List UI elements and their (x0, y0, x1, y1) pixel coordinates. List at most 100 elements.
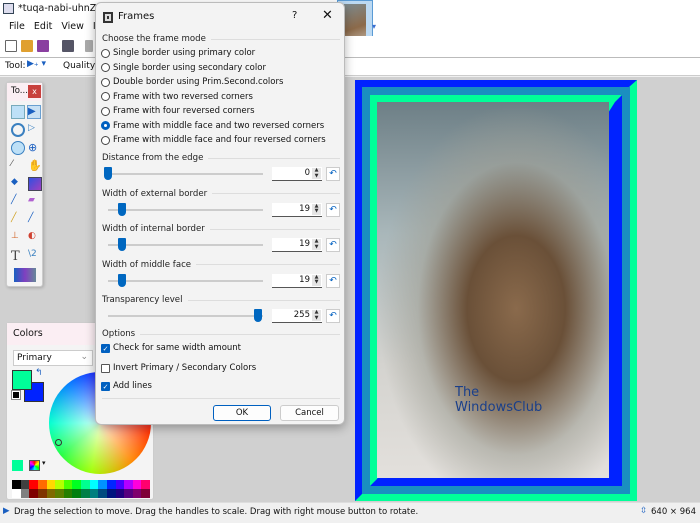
radio-button[interactable] (101, 135, 110, 145)
reset-icon[interactable]: ↶ (326, 273, 340, 288)
value-spinner[interactable]: 19 ▲ ▼ (272, 238, 322, 252)
frame-mode-option[interactable]: Frame with four reversed corners (101, 106, 255, 116)
palette-swatch[interactable] (124, 480, 133, 489)
palette-swatch[interactable] (37, 480, 47, 489)
frame-mode-option[interactable]: Single border using primary color (101, 48, 255, 58)
spinner-arrows-icon[interactable]: ▲ ▼ (312, 167, 321, 179)
radio-button[interactable] (101, 77, 110, 87)
close-button[interactable]: ✕ (322, 8, 333, 23)
palette-swatch[interactable] (55, 489, 64, 498)
primary-color-swatch[interactable] (12, 370, 32, 390)
value-spinner[interactable]: 19 ▲ ▼ (272, 273, 322, 288)
option-checkbox[interactable]: Invert Primary / Secondary Colors (101, 363, 256, 373)
slider-track[interactable] (108, 238, 263, 251)
palette-menu-icon[interactable] (29, 460, 40, 471)
palette-swatch[interactable] (46, 489, 56, 498)
checkbox[interactable]: ✓ (101, 343, 110, 353)
palette-swatch[interactable] (81, 480, 90, 489)
palette-swatch[interactable] (20, 489, 30, 498)
palette-swatch[interactable] (106, 480, 116, 489)
spinner-arrows-icon[interactable]: ▲ ▼ (312, 238, 321, 250)
palette-swatch[interactable] (98, 480, 107, 489)
radio-button[interactable] (101, 121, 110, 130)
slider-track[interactable] (108, 202, 263, 216)
palette-swatch[interactable] (63, 480, 73, 489)
color-mode-dropdown[interactable]: Primary ⌄ (13, 350, 93, 366)
palette-swatch[interactable] (115, 489, 125, 498)
slider-thumb[interactable] (254, 309, 262, 322)
frame-mode-option[interactable]: Frame with middle face and four reversed… (101, 135, 326, 145)
rectangle-select-icon[interactable] (11, 105, 25, 119)
palette-swatch[interactable] (72, 480, 81, 489)
move-selection-icon[interactable]: ▶ (27, 105, 41, 119)
reset-colors-icon[interactable] (11, 390, 21, 400)
frame-mode-option[interactable]: Single border using secondary color (101, 63, 266, 73)
swap-colors-icon[interactable]: ↰ (35, 368, 43, 378)
ellipse-select-icon[interactable] (11, 141, 25, 155)
palette-swatch[interactable] (98, 489, 107, 498)
cancel-button[interactable]: Cancel (280, 405, 339, 421)
palette-swatch[interactable] (132, 480, 142, 489)
save-icon[interactable] (37, 40, 49, 52)
ok-button[interactable]: OK (213, 405, 271, 421)
palette-swatch[interactable] (72, 489, 81, 498)
eraser-icon[interactable]: ▰ (28, 195, 42, 209)
frame-mode-option[interactable]: Frame with middle face and two reversed … (101, 121, 324, 131)
chevron-down-icon[interactable]: ▾ (42, 459, 46, 467)
add-color-icon[interactable] (12, 460, 23, 471)
frame-mode-option[interactable]: Double border using Prim.Second.colors (101, 77, 283, 87)
spinner-arrows-icon[interactable]: ▲ ▼ (312, 274, 321, 286)
checkbox[interactable]: ✓ (101, 381, 110, 391)
radio-button[interactable] (101, 92, 110, 101)
palette-swatch[interactable] (115, 480, 125, 489)
spinner-arrows-icon[interactable]: ▲ ▼ (312, 309, 321, 321)
select-tool-dropdown[interactable]: ▶₊ ▾ (27, 59, 46, 69)
magic-wand-icon[interactable]: ⁄ (11, 159, 25, 173)
paintbrush-icon[interactable]: ╱ (11, 195, 25, 209)
palette-swatch[interactable] (46, 480, 56, 489)
color-picker-icon[interactable]: ╱ (28, 213, 42, 227)
color-wheel-handle[interactable] (55, 439, 62, 446)
new-file-icon[interactable] (5, 40, 17, 52)
checkbox[interactable] (101, 363, 110, 373)
value-spinner[interactable]: 19 ▲ ▼ (272, 202, 322, 217)
frame-mode-option[interactable]: Frame with two reversed corners (101, 92, 253, 102)
spinner-arrows-icon[interactable]: ▲ ▼ (312, 203, 321, 215)
slider-track[interactable] (108, 309, 263, 322)
menu-file[interactable]: File (9, 21, 25, 36)
open-folder-icon[interactable] (21, 40, 33, 52)
palette-swatch[interactable] (106, 489, 116, 498)
radio-button[interactable] (101, 48, 110, 58)
shapes-icon[interactable] (14, 268, 36, 282)
palette-swatch[interactable] (37, 489, 47, 498)
option-checkbox[interactable]: ✓ Add lines (101, 381, 152, 391)
close-tools-button[interactable]: x (28, 85, 41, 98)
palette-swatch[interactable] (124, 489, 133, 498)
print-icon[interactable] (62, 40, 74, 52)
palette-swatch[interactable] (141, 480, 150, 489)
palette-swatch[interactable] (89, 480, 99, 489)
chevron-down-icon[interactable]: ▾ (372, 22, 376, 31)
value-spinner[interactable]: 255 ▲ ▼ (272, 309, 322, 323)
text-icon[interactable]: T (11, 249, 25, 264)
palette-swatch[interactable] (12, 489, 21, 498)
menu-view[interactable]: View (61, 21, 84, 36)
value-spinner[interactable]: 0 ▲ ▼ (272, 167, 322, 181)
reset-icon[interactable]: ↶ (326, 238, 340, 252)
pan-hand-icon[interactable]: ✋ (28, 159, 42, 173)
clone-stamp-icon[interactable]: ⊥ (11, 231, 25, 245)
radio-button[interactable] (101, 106, 110, 116)
lasso-icon[interactable] (11, 123, 25, 137)
palette-swatch[interactable] (89, 489, 99, 498)
pencil-icon[interactable]: ╱ (11, 213, 25, 227)
recolor-icon[interactable]: ◐ (28, 231, 42, 245)
palette-swatch[interactable] (29, 480, 38, 489)
slider-thumb[interactable] (118, 273, 127, 287)
gradient-icon[interactable] (28, 177, 42, 191)
palette-swatch[interactable] (81, 489, 90, 498)
palette-swatch[interactable] (141, 489, 150, 498)
slider-track[interactable] (104, 167, 263, 180)
palette-swatch[interactable] (20, 480, 30, 489)
line-curve-icon[interactable]: \2 (28, 249, 42, 263)
move-pixels-icon[interactable]: ▷ (28, 123, 42, 137)
